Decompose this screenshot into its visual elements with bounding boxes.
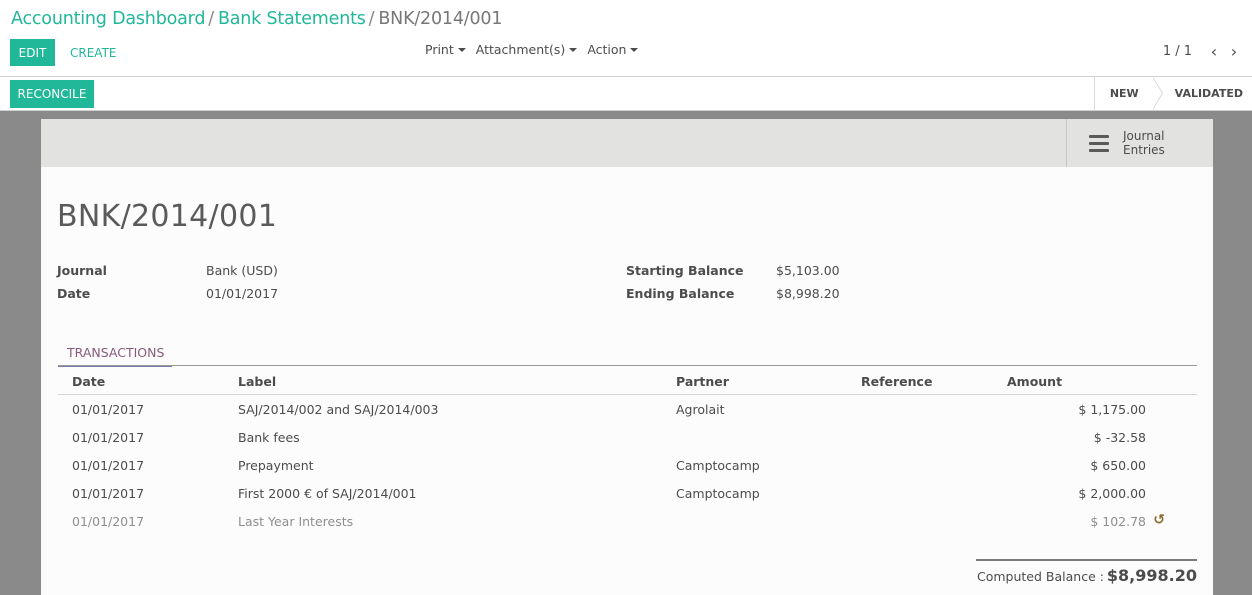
- undo-reconcile-icon[interactable]: ↺: [1153, 512, 1165, 528]
- date-value: 01/01/2017: [206, 286, 279, 301]
- starting-balance-value: $5,103.00: [776, 263, 840, 278]
- row-partner: Camptocamp: [676, 486, 760, 501]
- status-stages: NEW VALIDATED: [1093, 77, 1252, 110]
- edit-button[interactable]: EDIT: [10, 39, 55, 66]
- row-amount: $ 102.78: [1090, 514, 1146, 529]
- print-menu[interactable]: Print: [425, 42, 466, 57]
- caret-down-icon: [457, 48, 466, 52]
- tab-transactions[interactable]: TRANSACTIONS: [58, 339, 172, 367]
- row-label: First 2000 € of SAJ/2014/001: [238, 486, 417, 501]
- attachments-menu[interactable]: Attachment(s): [476, 42, 578, 57]
- row-label: Last Year Interests: [238, 514, 354, 529]
- chevron-right-icon[interactable]: ›: [1224, 42, 1244, 61]
- column-header-reference[interactable]: Reference: [861, 374, 932, 389]
- control-panel: Accounting Dashboard / Bank Statements / BNK…: [0, 0, 1252, 77]
- breadcrumb-current: BNK/2014/001: [378, 9, 503, 29]
- date-label: Date: [57, 286, 91, 301]
- row-partner: Agrolait: [676, 402, 725, 417]
- record-title: BNK/2014/001: [57, 199, 278, 234]
- stage-new[interactable]: NEW: [1095, 77, 1163, 110]
- journal-entries-label-line1: Journal: [1123, 129, 1165, 143]
- action-menu-label: Action: [587, 42, 627, 57]
- form-sheet: Journal Entries BNK/2014/001 Journal Ban…: [41, 119, 1213, 595]
- pager-value[interactable]: 1 / 1: [1163, 44, 1192, 59]
- journal-label: Journal: [57, 263, 107, 278]
- button-box: Journal Entries: [41, 119, 1213, 167]
- row-date: 01/01/2017: [72, 402, 145, 417]
- ending-balance-label: Ending Balance: [626, 286, 735, 301]
- statusbar: RECONCILE NEW VALIDATED: [0, 77, 1252, 111]
- row-date: 01/01/2017: [72, 458, 145, 473]
- reconcile-button[interactable]: RECONCILE: [10, 80, 94, 108]
- row-date: 01/01/2017: [72, 486, 145, 501]
- table-row[interactable]: 01/01/2017 Last Year Interests $ 102.78 …: [58, 507, 1197, 535]
- column-header-date[interactable]: Date: [72, 374, 105, 389]
- row-amount: $ -32.58: [1093, 430, 1146, 445]
- computed-balance-label: Computed Balance :: [977, 569, 1104, 584]
- journal-entries-label-line2: Entries: [1123, 143, 1165, 157]
- column-header-label[interactable]: Label: [238, 374, 276, 389]
- row-amount: $ 2,000.00: [1078, 486, 1146, 501]
- table-row[interactable]: 01/01/2017 SAJ/2014/002 and SAJ/2014/003…: [58, 395, 1197, 423]
- breadcrumb-bank-statements[interactable]: Bank Statements: [218, 9, 366, 29]
- caret-down-icon: [630, 48, 639, 52]
- row-label: SAJ/2014/002 and SAJ/2014/003: [238, 402, 439, 417]
- journal-entries-button[interactable]: Journal Entries: [1066, 119, 1213, 167]
- print-menu-label: Print: [425, 42, 454, 57]
- row-label: Bank fees: [238, 430, 300, 445]
- action-menus: Print Attachment(s) Action: [425, 42, 648, 57]
- row-label: Prepayment: [238, 458, 314, 473]
- action-menu[interactable]: Action: [587, 42, 639, 57]
- computed-balance-value: $8,998.20: [1106, 566, 1197, 585]
- column-header-amount[interactable]: Amount: [1007, 374, 1062, 389]
- create-button[interactable]: CREATE: [62, 39, 125, 66]
- row-amount: $ 1,175.00: [1078, 402, 1146, 417]
- row-date: 01/01/2017: [72, 430, 145, 445]
- breadcrumb: Accounting Dashboard / Bank Statements / BNK…: [11, 9, 502, 29]
- journal-entries-label: Journal Entries: [1123, 129, 1165, 157]
- table-row[interactable]: 01/01/2017 First 2000 € of SAJ/2014/001 …: [58, 479, 1197, 507]
- stage-validated[interactable]: VALIDATED: [1153, 77, 1252, 110]
- attachments-menu-label: Attachment(s): [475, 42, 566, 57]
- transactions-header: Date Label Partner Reference Amount: [58, 366, 1197, 395]
- caret-down-icon: [569, 48, 578, 52]
- breadcrumb-separator: /: [368, 9, 375, 29]
- starting-balance-label: Starting Balance: [626, 263, 744, 278]
- table-row[interactable]: 01/01/2017 Bank fees $ -32.58: [58, 423, 1197, 451]
- row-partner: Camptocamp: [676, 458, 760, 473]
- breadcrumb-accounting-dashboard[interactable]: Accounting Dashboard: [11, 9, 205, 29]
- hamburger-menu-icon: [1089, 134, 1109, 152]
- breadcrumb-separator: /: [208, 9, 214, 29]
- chevron-left-icon[interactable]: ‹: [1204, 42, 1224, 61]
- computed-balance: Computed Balance : $8,998.20: [976, 559, 1197, 595]
- journal-value: Bank (USD): [206, 263, 278, 278]
- pager: 1 / 1 ‹ ›: [1163, 42, 1244, 61]
- row-amount: $ 650.00: [1090, 458, 1146, 473]
- row-date: 01/01/2017: [72, 514, 145, 529]
- table-row[interactable]: 01/01/2017 Prepayment Camptocamp $ 650.0…: [58, 451, 1197, 479]
- ending-balance-value: $8,998.20: [776, 286, 840, 301]
- column-header-partner[interactable]: Partner: [676, 374, 729, 389]
